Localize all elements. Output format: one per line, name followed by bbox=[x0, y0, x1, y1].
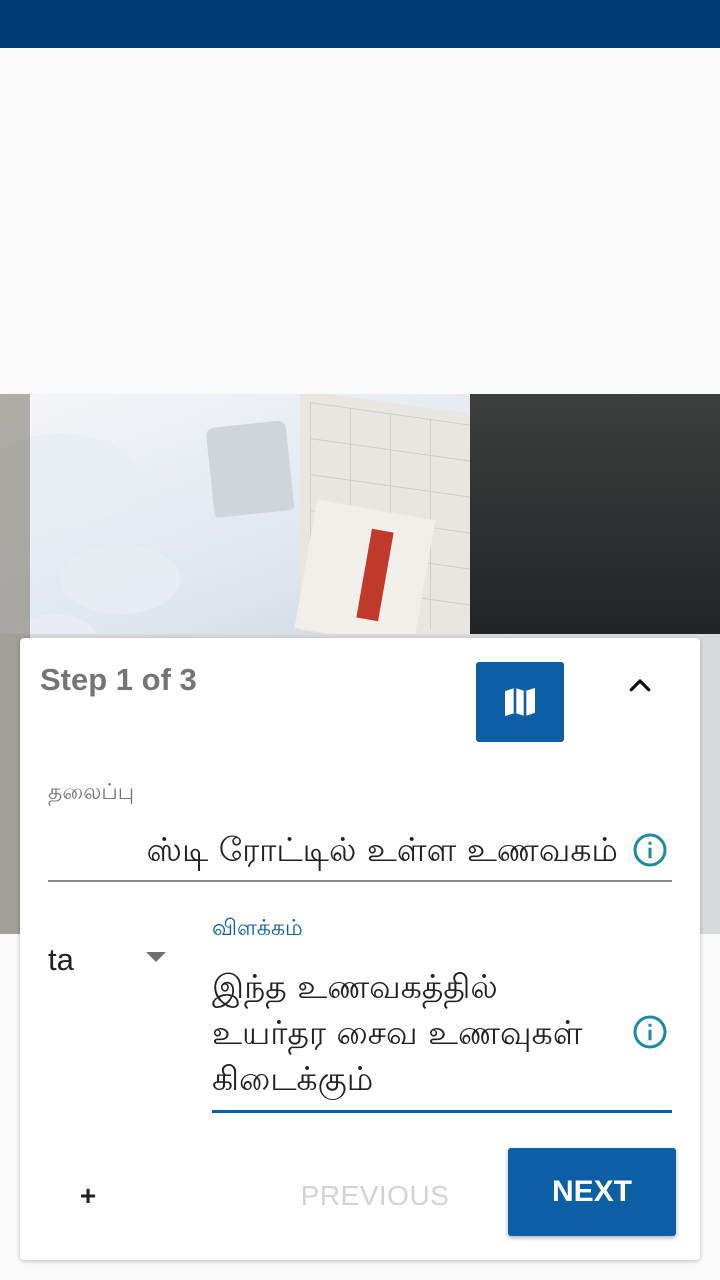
language-select[interactable]: ta bbox=[48, 938, 178, 986]
photo-shop-front bbox=[470, 394, 720, 654]
photo-cloud bbox=[60, 544, 180, 614]
title-info-icon[interactable] bbox=[632, 832, 668, 868]
title-label: தலைப்பு bbox=[48, 780, 135, 805]
language-select-value: ta bbox=[48, 942, 74, 977]
step-card: Step 1 of 3 தலைப்பு ஸ்டி ரோட்டில் உள்ள உ… bbox=[20, 638, 700, 1260]
collapse-button[interactable] bbox=[616, 662, 664, 710]
chevron-up-icon bbox=[629, 679, 651, 692]
description-label: விளக்கம் bbox=[212, 916, 303, 941]
photo-tower bbox=[205, 420, 295, 518]
content-blank-area bbox=[0, 48, 720, 394]
map-icon bbox=[505, 687, 535, 717]
info-icon bbox=[633, 1015, 667, 1049]
info-icon bbox=[633, 833, 667, 867]
step-title: Step 1 of 3 bbox=[40, 662, 197, 697]
status-bar bbox=[0, 0, 720, 48]
description-info-icon[interactable] bbox=[632, 1014, 668, 1050]
add-language-button[interactable]: + bbox=[68, 1176, 108, 1216]
next-button[interactable]: NEXT bbox=[508, 1148, 676, 1236]
dropdown-arrow-icon bbox=[146, 952, 166, 962]
title-input[interactable]: ஸ்டி ரோட்டில் உள்ள உணவகம் bbox=[48, 818, 672, 882]
title-input-value: ஸ்டி ரோட்டில் உள்ள உணவகம் bbox=[146, 830, 619, 869]
description-input-value: இந்த உணவகத்தில் உயர்தர சைவ உணவுகள் கிடைக… bbox=[212, 967, 583, 1098]
map-button[interactable] bbox=[476, 662, 564, 742]
description-input[interactable]: இந்த உணவகத்தில் உயர்தர சைவ உணவுகள் கிடைக… bbox=[212, 960, 672, 1113]
previous-button[interactable]: PREVIOUS bbox=[290, 1168, 460, 1224]
